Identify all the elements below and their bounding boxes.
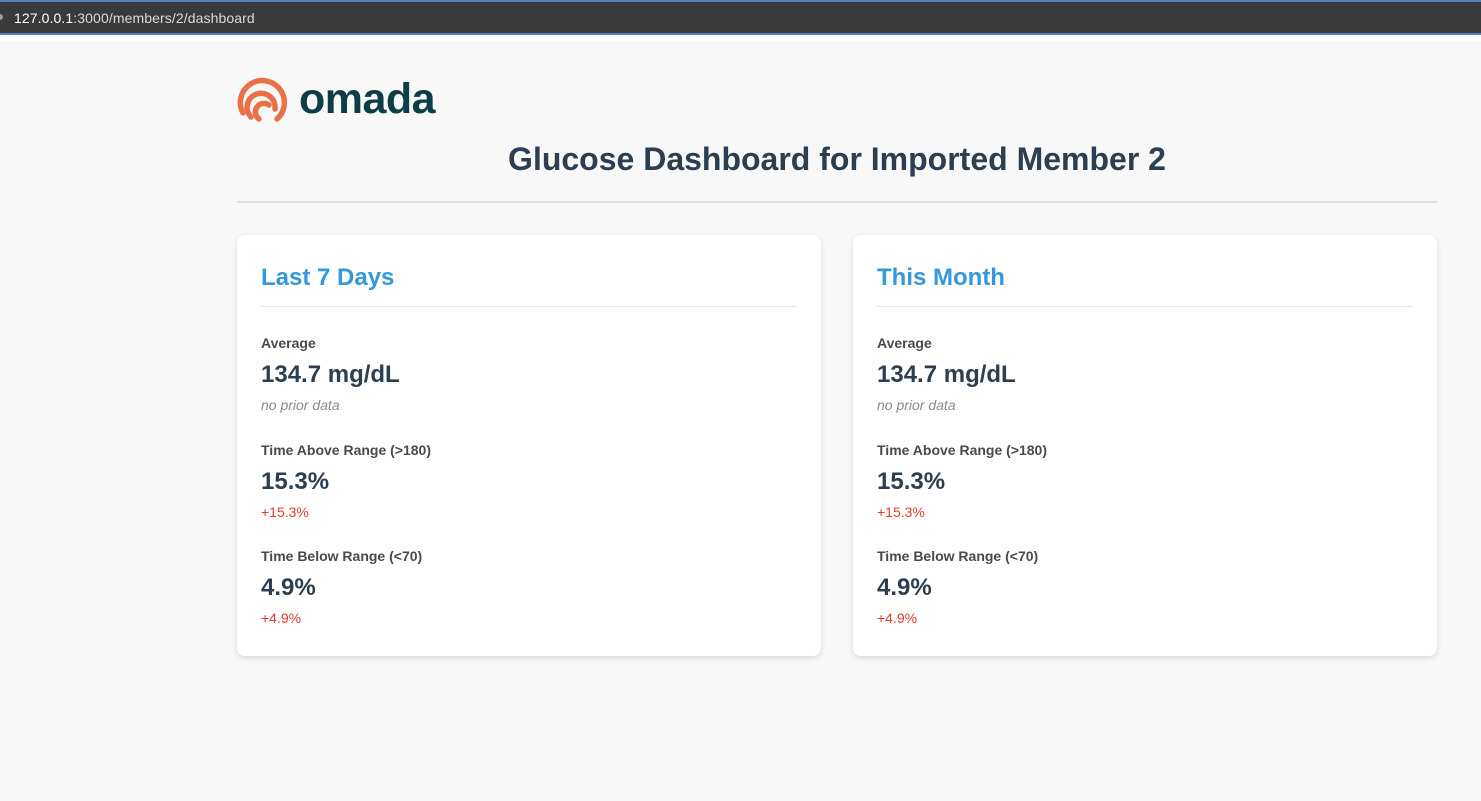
site-info-icon[interactable]	[0, 14, 3, 20]
url-host: 127.0.0.1	[14, 10, 74, 26]
average-metric: Average 134.7 mg/dL no prior data	[261, 335, 400, 413]
metric-label: Time Below Range (<70)	[261, 548, 423, 564]
metric-change: no prior data	[261, 397, 340, 413]
metric-change: +4.9%	[877, 610, 918, 626]
url-text[interactable]: 127.0.0.1:3000/members/2/dashboard	[14, 10, 255, 26]
metric-value: 4.9%	[877, 574, 932, 601]
metric-value: 4.9%	[261, 574, 316, 601]
toolbar-strip	[0, 35, 1481, 41]
average-metric: Average 134.7 mg/dL no prior data	[877, 335, 1016, 413]
title-divider	[237, 201, 1437, 203]
time-below-range-metric: Time Below Range (<70) 4.9% +4.9%	[261, 548, 422, 626]
browser-address-bar[interactable]: 127.0.0.1:3000/members/2/dashboard	[0, 0, 1481, 35]
metric-change: no prior data	[877, 397, 956, 413]
card-title: This Month	[877, 264, 1005, 291]
time-above-range-metric: Time Above Range (>180) 15.3% +15.3%	[261, 442, 431, 520]
omada-logo-text: omada	[299, 74, 436, 123]
metric-change: +15.3%	[877, 504, 925, 520]
metric-label: Time Below Range (<70)	[877, 548, 1039, 564]
metric-label: Average	[877, 335, 932, 351]
metric-value: 134.7 mg/dL	[261, 361, 400, 388]
page-title: Glucose Dashboard for Imported Member 2	[508, 141, 1166, 177]
time-above-range-metric: Time Above Range (>180) 15.3% +15.3%	[877, 442, 1047, 520]
card-divider	[261, 306, 797, 307]
metric-change: +15.3%	[261, 504, 309, 520]
metric-value: 134.7 mg/dL	[877, 361, 1016, 388]
card-title: Last 7 Days	[261, 264, 395, 291]
metric-change: +4.9%	[261, 610, 302, 626]
time-below-range-metric: Time Below Range (<70) 4.9% +4.9%	[877, 548, 1038, 626]
metric-label: Time Above Range (>180)	[877, 442, 1048, 458]
metric-label: Time Above Range (>180)	[261, 442, 432, 458]
last-7-days-card: Last 7 Days Average 134.7 mg/dL no prior…	[237, 235, 821, 656]
metric-label: Average	[261, 335, 316, 351]
metric-value: 15.3%	[261, 468, 330, 495]
omada-logo[interactable]: omada	[237, 72, 457, 126]
card-divider	[877, 306, 1413, 307]
this-month-card: This Month Average 134.7 mg/dL no prior …	[853, 235, 1437, 656]
url-path: :3000/members/2/dashboard	[73, 10, 255, 26]
omada-logo-mark-icon	[237, 77, 288, 122]
metric-value: 15.3%	[877, 468, 946, 495]
